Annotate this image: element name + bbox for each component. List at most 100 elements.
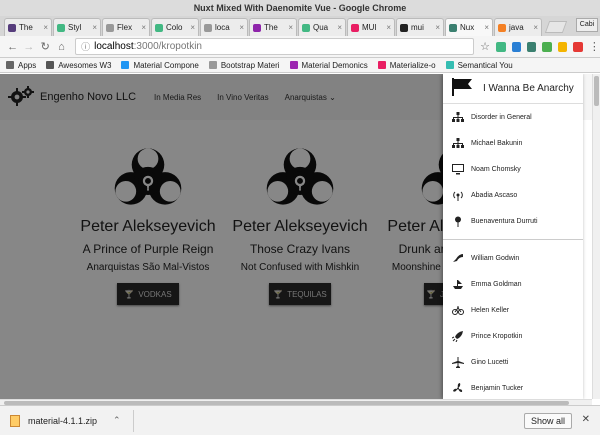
tab-favicon-icon bbox=[155, 23, 163, 32]
tab-close-icon[interactable]: × bbox=[386, 23, 391, 32]
extension-icon[interactable] bbox=[542, 41, 552, 52]
drawer-item[interactable]: Prince Kropotkin bbox=[443, 323, 583, 349]
profile-badge[interactable]: Cabi bbox=[576, 18, 598, 32]
bookmark-star-icon[interactable]: ☆ bbox=[480, 40, 490, 53]
drawer-title: I Wanna Be Anarchy bbox=[483, 83, 574, 94]
drawer-item-label: Michael Bakunin bbox=[471, 139, 523, 147]
drawer-group-1: Disorder in General Michael Bakunin Noam C… bbox=[443, 104, 583, 234]
bookmark-label: Awesomes W3 bbox=[58, 60, 112, 70]
vertical-scrollbar[interactable] bbox=[592, 74, 600, 399]
tab-close-icon[interactable]: × bbox=[239, 23, 244, 32]
broadcast-icon bbox=[451, 188, 465, 202]
extension-icon[interactable] bbox=[511, 41, 521, 52]
bookmark-item[interactable]: Bootstrap Materi bbox=[208, 61, 280, 70]
extension-icon[interactable] bbox=[526, 41, 537, 52]
vue-extension-icon[interactable] bbox=[496, 41, 506, 52]
drawer-item-label: Disorder in General bbox=[471, 113, 532, 121]
browser-tab[interactable]: java × bbox=[494, 18, 542, 36]
browser-tab[interactable]: Styl × bbox=[53, 18, 101, 36]
ship-icon bbox=[451, 277, 465, 291]
drawer-item[interactable]: Michael Bakunin bbox=[443, 130, 583, 156]
drawer-header: I Wanna Be Anarchy bbox=[443, 74, 583, 104]
bookmark-favicon-icon bbox=[445, 61, 454, 69]
tab-label: loca bbox=[215, 23, 230, 32]
bookmark-label: Apps bbox=[18, 60, 37, 70]
bookmark-item[interactable]: Material Compone bbox=[121, 61, 199, 70]
drawer-item[interactable]: William Godwin bbox=[443, 245, 583, 271]
back-icon[interactable]: ← bbox=[6, 41, 19, 53]
bookmark-item[interactable]: Apps bbox=[6, 61, 36, 70]
tab-close-icon[interactable]: × bbox=[435, 23, 440, 32]
drawer-item-label: Benjamin Tucker bbox=[471, 384, 524, 392]
tab-favicon-icon bbox=[400, 23, 408, 32]
drawer-item[interactable]: Disorder in General bbox=[443, 104, 583, 130]
show-all-button[interactable]: Show all bbox=[523, 413, 572, 429]
tab-label: MUI bbox=[362, 23, 377, 32]
tab-label: Colo bbox=[166, 23, 183, 32]
window-title: Nuxt Mixed With Daenomite Vue - Google C… bbox=[0, 0, 600, 16]
navigation-drawer: I Wanna Be Anarchy Disorder in General Mi… bbox=[443, 74, 583, 399]
extension-icon[interactable] bbox=[557, 41, 568, 52]
tab-favicon-icon bbox=[302, 23, 310, 32]
browser-tab[interactable]: Colo × bbox=[151, 18, 199, 36]
drawer-item[interactable]: Abadia Ascaso bbox=[443, 182, 583, 208]
drawer-item[interactable]: Noam Chomsky bbox=[443, 156, 583, 182]
bookmark-item[interactable]: Materialize-o bbox=[377, 61, 436, 70]
browser-tab[interactable]: Flex × bbox=[102, 18, 150, 36]
bookmark-favicon-icon bbox=[121, 61, 130, 69]
tab-label: Nux bbox=[460, 23, 475, 32]
browser-tab[interactable]: MUI × bbox=[347, 18, 395, 36]
drawer-item-label: William Godwin bbox=[471, 254, 520, 262]
drawer-item-label: Buenaventura Durruti bbox=[471, 217, 538, 225]
drawer-item-label: Emma Goldman bbox=[471, 280, 522, 288]
drawer-item[interactable]: Gino Lucetti bbox=[443, 349, 583, 375]
browser-tab[interactable]: loca × bbox=[200, 18, 248, 36]
drawer-item[interactable]: Benjamin Tucker bbox=[443, 375, 583, 399]
download-item[interactable]: material-4.1.1.zip ⌃ bbox=[10, 414, 121, 427]
url-field[interactable]: ⓘ localhost:3000/kropotkin bbox=[75, 38, 475, 55]
drawer-scrim[interactable] bbox=[0, 74, 443, 399]
monitor-icon bbox=[451, 162, 465, 176]
reload-icon[interactable]: ↻ bbox=[39, 40, 52, 53]
tab-close-icon[interactable]: × bbox=[533, 23, 538, 32]
browser-tab[interactable]: Qua × bbox=[298, 18, 346, 36]
tab-close-icon[interactable]: × bbox=[190, 23, 195, 32]
bookmark-favicon-icon bbox=[46, 61, 55, 69]
chevron-up-icon[interactable]: ⌃ bbox=[113, 415, 121, 426]
browser-tab[interactable]: Nux × bbox=[445, 18, 493, 36]
tab-label: Qua bbox=[313, 23, 329, 32]
bookmark-item[interactable]: Semantical You bbox=[445, 61, 513, 70]
sitemap-icon bbox=[451, 136, 465, 150]
tab-close-icon[interactable]: × bbox=[484, 23, 489, 32]
page-viewport: Engenho Novo LLC In Media Res In Vino Ve… bbox=[0, 74, 600, 399]
drawer-divider bbox=[443, 239, 583, 240]
tab-close-icon[interactable]: × bbox=[92, 23, 97, 32]
drawer-item[interactable]: Emma Goldman bbox=[443, 271, 583, 297]
drawer-item-label: Prince Kropotkin bbox=[471, 332, 523, 340]
extension-icon[interactable] bbox=[573, 41, 583, 52]
home-icon[interactable]: ⌂ bbox=[55, 41, 68, 53]
bookmark-item[interactable]: Awesomes W3 bbox=[46, 61, 111, 70]
zip-file-icon bbox=[10, 414, 20, 427]
menu-icon[interactable]: ⋮ bbox=[589, 40, 600, 53]
drawer-item[interactable]: Buenaventura Durruti bbox=[443, 208, 583, 234]
tab-favicon-icon bbox=[449, 23, 457, 32]
tab-close-icon[interactable]: × bbox=[141, 23, 146, 32]
forward-icon[interactable]: → bbox=[22, 41, 35, 53]
tab-close-icon[interactable]: × bbox=[337, 23, 342, 32]
browser-tab[interactable]: The × bbox=[4, 18, 52, 36]
drawer-item[interactable]: Helen Keller bbox=[443, 297, 583, 323]
bookmark-item[interactable]: Material Demonics bbox=[289, 61, 368, 70]
tab-close-icon[interactable]: × bbox=[288, 23, 293, 32]
tab-favicon-icon bbox=[8, 23, 16, 32]
browser-tab[interactable]: The × bbox=[249, 18, 297, 36]
close-icon[interactable]: ✕ bbox=[582, 414, 590, 425]
drawer-item-label: Noam Chomsky bbox=[471, 165, 521, 173]
tab-close-icon[interactable]: × bbox=[43, 23, 48, 32]
info-icon[interactable]: ⓘ bbox=[81, 40, 90, 53]
tab-strip: The × Styl × Flex × Colo × loca × The × Qua × MUI × mui ×… bbox=[0, 16, 600, 36]
new-tab-button[interactable] bbox=[544, 21, 568, 33]
tab-favicon-icon bbox=[351, 23, 359, 32]
browser-tab[interactable]: mui × bbox=[396, 18, 444, 36]
vertical-scrollbar-thumb[interactable] bbox=[594, 76, 599, 106]
